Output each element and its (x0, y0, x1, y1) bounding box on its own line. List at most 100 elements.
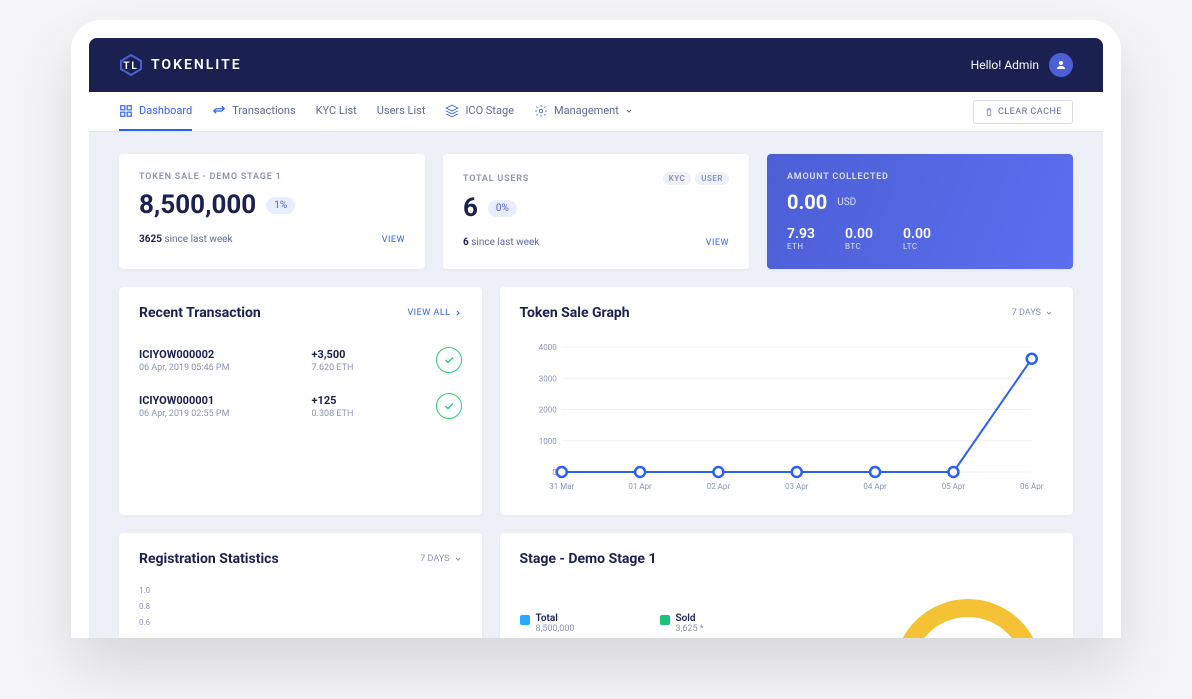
nav-management[interactable]: Management (534, 92, 633, 131)
topbar: TL TOKENLITE Hello! Admin (89, 38, 1103, 92)
nav-dashboard[interactable]: Dashboard (119, 92, 192, 131)
user-area[interactable]: Hello! Admin (971, 53, 1073, 77)
check-icon (443, 400, 455, 412)
chart-area: 0100020003000400031 Mar01 Apr02 Apr03 Ap… (520, 337, 1053, 497)
svg-text:02 Apr: 02 Apr (706, 482, 730, 491)
table-row[interactable]: ICIYOW00000206 Apr, 2019 05:46 PM +3,500… (139, 337, 462, 383)
stats-row: TOKEN SALE - DEMO STAGE 1 8,500,000 1% 3… (119, 154, 1073, 269)
tokensale-card: TOKEN SALE - DEMO STAGE 1 8,500,000 1% 3… (119, 154, 425, 269)
nav-kyc[interactable]: KYC List (316, 92, 357, 131)
nav-transactions[interactable]: Transactions (212, 92, 295, 131)
graph-card: Token Sale Graph 7 DAYS 0100020003000400… (500, 287, 1073, 515)
nav-label: Management (554, 104, 619, 117)
clear-cache-button[interactable]: CLEAR CACHE (973, 100, 1073, 124)
status-badge (436, 393, 462, 419)
svg-text:01 Apr: 01 Apr (628, 482, 652, 491)
collected-unit: USD (837, 197, 856, 208)
brand-name: TOKENLITE (151, 57, 242, 73)
logo[interactable]: TL TOKENLITE (119, 53, 242, 77)
content: TOKEN SALE - DEMO STAGE 1 8,500,000 1% 3… (89, 132, 1103, 638)
axis-tick: 1.0 (139, 583, 462, 599)
table-row[interactable]: ICIYOW00000106 Apr, 2019 02:55 PM +1250.… (139, 383, 462, 429)
kyc-pill[interactable]: KYC (663, 172, 692, 185)
collected-title: AMOUNT COLLECTED (787, 172, 889, 182)
graph-range-dropdown[interactable]: 7 DAYS (1012, 308, 1053, 318)
layers-icon (445, 104, 459, 118)
coin-val: 7.93 (787, 226, 815, 242)
legend-item: Total8,500,000 (520, 613, 640, 634)
chevron-down-icon (1045, 309, 1053, 317)
range-label: 7 DAYS (420, 554, 449, 564)
coin-lbl: LTC (903, 242, 931, 251)
legend-label: Total (536, 613, 575, 624)
recent-viewall[interactable]: VIEW ALL (407, 308, 461, 318)
tx-id: ICIYOW000002 (139, 348, 229, 361)
navbar: Dashboard Transactions KYC List Users Li… (89, 92, 1103, 132)
check-icon (443, 354, 455, 366)
legend-label: Sold (676, 613, 704, 624)
svg-text:31 Mar: 31 Mar (549, 482, 574, 491)
users-card: TOTAL USERS KYC USER 6 0% 6 since last w… (443, 154, 749, 269)
svg-text:03 Apr: 03 Apr (785, 482, 809, 491)
nav-label: Transactions (232, 104, 295, 117)
nav-label: ICO Stage (465, 104, 514, 117)
graph-title: Token Sale Graph (520, 305, 630, 321)
gear-icon (534, 104, 548, 118)
bottom-row: Registration Statistics 7 DAYS 1.0 0.8 0… (119, 533, 1073, 638)
screen: TL TOKENLITE Hello! Admin Dashboard Tran… (89, 38, 1103, 638)
axis-tick: 0.6 (139, 615, 462, 631)
legend-value: 3,625 * (676, 624, 704, 634)
tokensale-since-val: 3625 (139, 234, 162, 245)
line-chart: 0100020003000400031 Mar01 Apr02 Apr03 Ap… (520, 337, 1053, 497)
tokensale-since-txt: since last week (164, 234, 232, 245)
tx-amt: +125 (312, 394, 354, 407)
reg-card: Registration Statistics 7 DAYS 1.0 0.8 0… (119, 533, 482, 638)
nav-users[interactable]: Users List (377, 92, 426, 131)
svg-text:05 Apr: 05 Apr (941, 482, 965, 491)
user-greeting: Hello! Admin (971, 58, 1039, 72)
users-pct: 0% (488, 200, 517, 217)
user-pill[interactable]: USER (695, 172, 729, 185)
svg-text:04 Apr: 04 Apr (863, 482, 887, 491)
avatar[interactable] (1049, 53, 1073, 77)
nav-ico[interactable]: ICO Stage (445, 92, 514, 131)
stage-title: Stage - Demo Stage 1 (520, 551, 657, 567)
gauge-arc (883, 583, 1053, 638)
mid-row: Recent Transaction VIEW ALL ICIYOW000002… (119, 287, 1073, 515)
laptop-frame: TL TOKENLITE Hello! Admin Dashboard Tran… (71, 20, 1121, 638)
users-since-txt: since last week (471, 237, 539, 248)
nav-items: Dashboard Transactions KYC List Users Li… (119, 92, 633, 131)
gauge: 8,500,000 TLE (883, 583, 1053, 638)
tx-sub: 7.620 ETH (312, 363, 354, 373)
chevron-down-icon (625, 107, 633, 115)
coin-val: 0.00 (903, 226, 931, 242)
user-icon (1055, 59, 1067, 71)
recent-title: Recent Transaction (139, 305, 261, 321)
viewall-label: VIEW ALL (407, 308, 450, 318)
svg-text:3000: 3000 (538, 374, 556, 383)
collected-value: 0.00 (787, 190, 827, 214)
nav-label: KYC List (316, 104, 357, 117)
users-view[interactable]: VIEW (706, 238, 729, 248)
tokensale-value: 8,500,000 (139, 190, 256, 220)
reg-title: Registration Statistics (139, 551, 279, 567)
coin-val: 0.00 (845, 226, 873, 242)
users-value: 6 (463, 193, 478, 223)
tokensale-view[interactable]: VIEW (382, 235, 405, 245)
grid-icon (119, 104, 133, 118)
tx-date: 06 Apr, 2019 02:55 PM (139, 409, 229, 419)
coin-lbl: ETH (787, 242, 815, 251)
status-badge (436, 347, 462, 373)
coin-lbl: BTC (845, 242, 873, 251)
users-since-val: 6 (463, 237, 469, 248)
reg-range-dropdown[interactable]: 7 DAYS (420, 554, 461, 564)
transfer-icon (212, 104, 226, 118)
nav-label: Dashboard (139, 104, 192, 117)
recent-card: Recent Transaction VIEW ALL ICIYOW000002… (119, 287, 482, 515)
trash-icon (984, 107, 994, 117)
tokensale-title: TOKEN SALE - DEMO STAGE 1 (139, 172, 282, 182)
svg-text:06 Apr: 06 Apr (1020, 482, 1044, 491)
legend-color (660, 615, 670, 625)
clear-label: CLEAR CACHE (998, 107, 1062, 117)
svg-text:2000: 2000 (538, 406, 556, 415)
